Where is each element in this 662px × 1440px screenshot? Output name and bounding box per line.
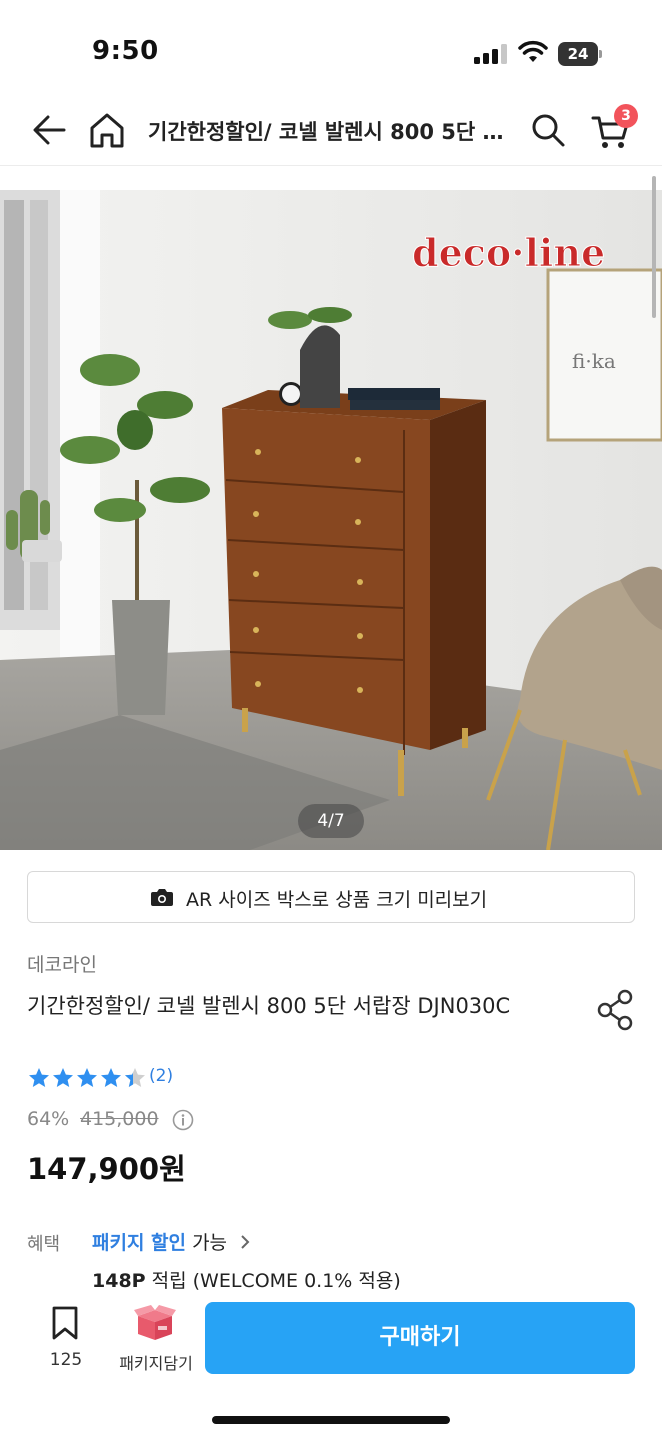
brand-name[interactable]: 데코라인 [27,950,97,977]
product-photo: fi·ka deco·line [0,190,662,850]
home-indicator [212,1416,450,1424]
package-discount-suffix: 가능 [192,1232,228,1254]
share-icon[interactable] [596,988,636,1032]
package-discount-row[interactable]: 패키지 할인 가능 [92,1228,251,1255]
bookmark-icon [52,1306,78,1340]
status-bar: 9:50 24 [0,0,662,100]
add-to-package-button[interactable]: 패키지담기 [112,1302,200,1373]
ar-preview-button[interactable]: AR 사이즈 박스로 상품 크기 미리보기 [27,871,635,923]
info-icon[interactable] [172,1109,194,1131]
battery-level: 24 [558,42,598,66]
benefit-label: 혜택 [27,1234,61,1255]
review-count[interactable]: (2) [149,1066,173,1086]
product-name: 기간한정할인/ 코넬 발렌시 800 5단 서랍장 DJN030C [27,994,511,1018]
package-discount-link[interactable]: 패키지 할인 [92,1232,186,1254]
cart-count-badge: 3 [614,104,638,128]
top-nav-bar: 기간한정할인/ 코넬 발렌시 800 5단 서랍장 DJN030C [0,100,662,166]
back-arrow-icon[interactable] [28,110,72,150]
status-time: 9:50 [92,36,159,66]
page-title: 기간한정할인/ 코넬 발렌시 800 5단 서랍장 DJN030C [148,120,510,144]
original-price: 415,000 [80,1108,159,1130]
brand-logo-text: deco·line [412,230,605,275]
sale-price: 147,900원 [27,1152,186,1186]
camera-icon [151,889,173,906]
add-to-package-label: 패키지담기 [119,1354,193,1373]
points-amount: 148P [92,1270,146,1292]
chevron-right-icon [241,1235,250,1249]
wifi-icon [518,40,548,62]
search-icon[interactable] [528,110,568,150]
points-row: 148P 적립 (WELCOME 0.1% 적용) [92,1266,401,1293]
bookmark-button[interactable]: 125 [30,1302,102,1372]
points-text: 적립 (WELCOME 0.1% 적용) [151,1270,401,1292]
bookmark-count: 125 [49,1350,83,1370]
scroll-indicator [652,176,656,318]
product-image[interactable]: fi·ka deco·line [0,190,662,850]
poster-text: fi·ka [572,349,616,373]
ar-preview-label: AR 사이즈 박스로 상품 크기 미리보기 [186,889,488,911]
buy-button[interactable]: 구매하기 [205,1302,635,1374]
battery-icon: 24 [558,42,602,66]
image-counter: 4/7 [298,804,364,838]
package-box-icon [134,1305,176,1340]
home-icon[interactable] [86,108,128,152]
signal-icon [474,44,507,64]
discount-rate: 64% [27,1108,70,1130]
star-rating-icon [29,1068,145,1087]
